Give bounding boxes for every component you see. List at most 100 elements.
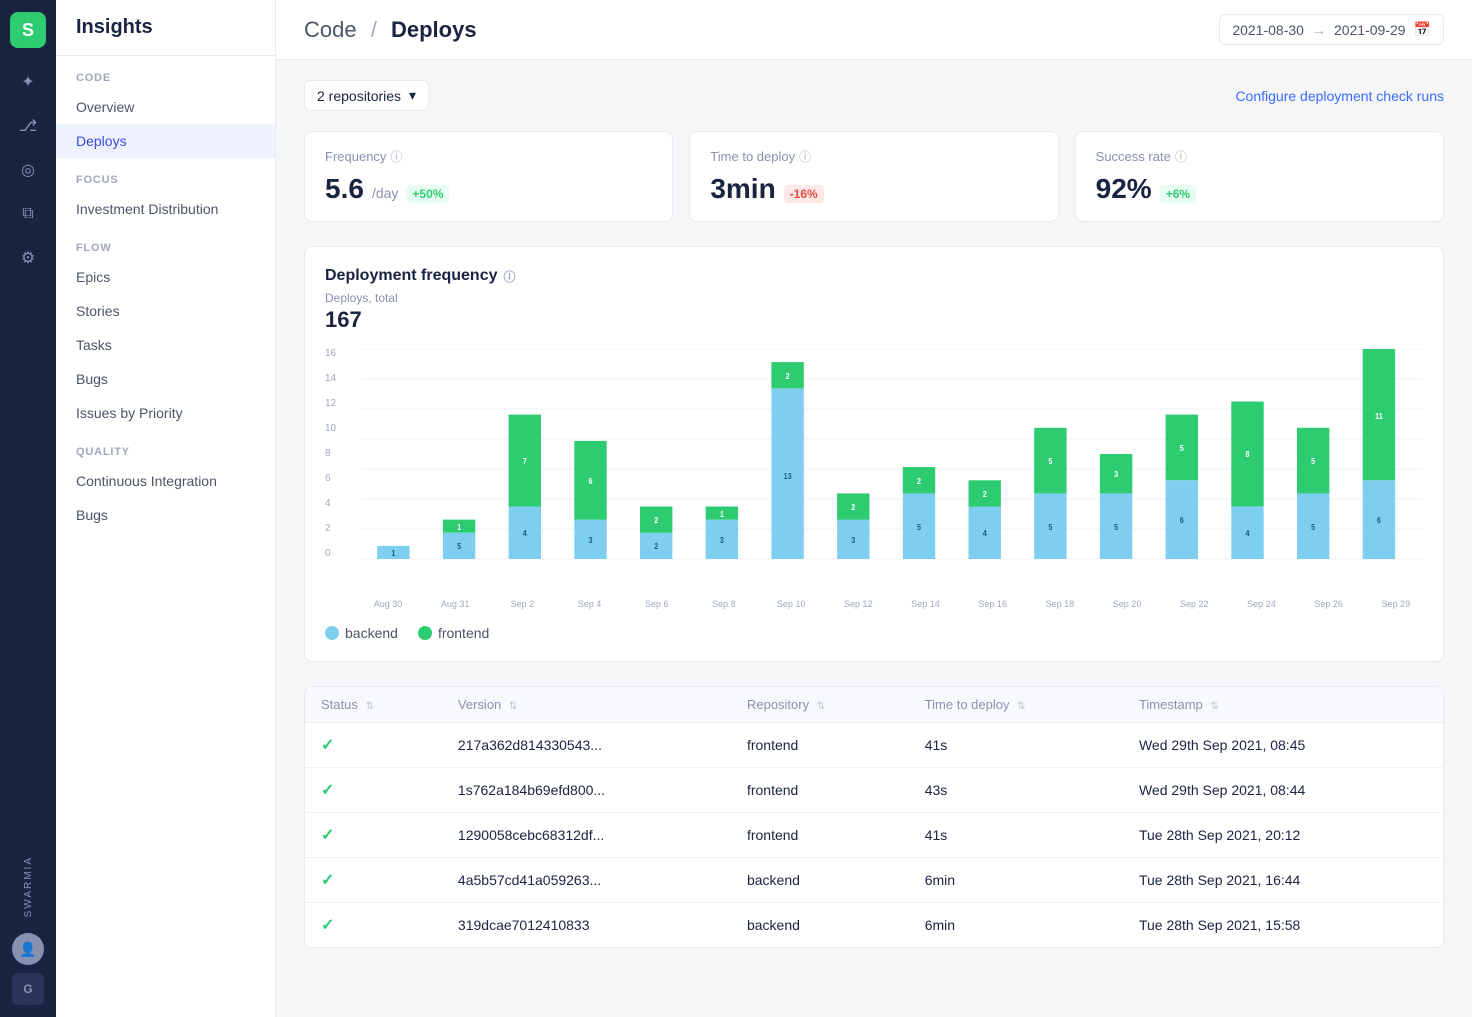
top-bar: Code / Deploys 2021-08-30 → 2021-09-29 📅 [276,0,1472,60]
svg-text:13: 13 [784,472,792,481]
sidebar-section-code: CODE [56,56,275,90]
user-avatar[interactable]: 👤 [12,933,44,965]
svg-text:6: 6 [1377,516,1381,525]
timestamp-cell: Tue 28th Sep 2021, 16:44 [1123,858,1443,903]
sidebar: Insights CODE Overview Deploys FOCUS Inv… [56,0,276,1017]
svg-text:2: 2 [917,477,921,486]
sidebar-item-overview[interactable]: Overview [56,90,275,124]
svg-text:6: 6 [1180,516,1184,525]
timestamp-cell: Tue 28th Sep 2021, 20:12 [1123,813,1443,858]
legend-label-frontend: frontend [438,625,489,641]
sidebar-item-quality-bugs[interactable]: Bugs [56,498,275,532]
repository-cell: backend [731,858,909,903]
timestamp-cell: Wed 29th Sep 2021, 08:45 [1123,723,1443,768]
metric-value-frequency: 5.6 /day +50% [325,173,652,205]
svg-text:8: 8 [1245,450,1249,459]
info-icon-timetodeploy: ⓘ [799,148,811,165]
configure-link[interactable]: Configure deployment check runs [1235,88,1444,104]
breadcrumb-current: Deploys [391,17,477,42]
metric-label-successrate: Success rate ⓘ [1096,148,1423,165]
status-icon: ✓ [321,782,334,799]
sidebar-item-tasks[interactable]: Tasks [56,328,275,362]
legend-backend: backend [325,625,398,641]
repository-cell: frontend [731,723,909,768]
sidebar-item-issues-by-priority[interactable]: Issues by Priority [56,396,275,430]
svg-text:2: 2 [983,490,987,499]
nav-icon-branch[interactable]: ⎇ [10,108,46,144]
metric-cards: Frequency ⓘ 5.6 /day +50% Time to deploy… [304,131,1444,222]
sidebar-item-bugs[interactable]: Bugs [56,362,275,396]
time-cell: 43s [909,768,1123,813]
col-header-version[interactable]: Version ⇅ [442,687,731,723]
nav-icon-layers[interactable]: ⧉ [10,196,46,232]
svg-text:3: 3 [720,536,724,545]
app-logo[interactable]: S [10,12,46,48]
repository-cell: backend [731,903,909,948]
sidebar-item-stories[interactable]: Stories [56,294,275,328]
version-cell: 319dcae7012410833 [442,903,731,948]
legend-label-backend: backend [345,625,398,641]
info-icon-frequency: ⓘ [390,148,402,165]
chart-legend: backend frontend [325,625,1423,641]
version-cell: 1290058cebc68312df... [442,813,731,858]
metric-label-timetodeploy: Time to deploy ⓘ [710,148,1037,165]
nav-icon-sparkle[interactable]: ✦ [10,64,46,100]
nav-icon-gear[interactable]: ⚙ [10,240,46,276]
swarmia-label: SWARMIA [23,856,34,917]
sidebar-item-deploys[interactable]: Deploys [56,124,275,158]
metric-value-successrate: 92% +6% [1096,173,1423,205]
repository-cell: frontend [731,768,909,813]
repo-selector[interactable]: 2 repositories ▾ [304,80,429,111]
main-content: Code / Deploys 2021-08-30 → 2021-09-29 📅… [276,0,1472,1017]
sidebar-item-investment-distribution[interactable]: Investment Distribution [56,192,275,226]
metric-card-time-to-deploy: Time to deploy ⓘ 3min -16% [689,131,1058,222]
icon-bar: S ✦ ⎇ ◎ ⧉ ⚙ SWARMIA 👤 G [0,0,56,1017]
badge-frequency: +50% [406,185,449,203]
svg-text:2: 2 [654,516,658,525]
chart-section: Deployment frequency ⓘ Deploys, total 16… [304,246,1444,662]
nav-icon-circle[interactable]: ◎ [10,152,46,188]
deploys-table: Status ⇅ Version ⇅ Repository ⇅ Time to … [304,686,1444,948]
breadcrumb: Code / Deploys [304,17,477,43]
col-header-repository[interactable]: Repository ⇅ [731,687,909,723]
info-icon-successrate: ⓘ [1175,148,1187,165]
status-icon: ✓ [321,917,334,934]
svg-text:3: 3 [1114,470,1118,479]
content-area: 2 repositories ▾ Configure deployment ch… [276,60,1472,1017]
badge-timetodeploy: -16% [784,185,824,203]
breadcrumb-parent[interactable]: Code [304,17,357,42]
sidebar-item-continuous-integration[interactable]: Continuous Integration [56,464,275,498]
time-cell: 6min [909,903,1123,948]
version-cell: 4a5b57cd41a059263... [442,858,731,903]
version-cell: 1s762a184b69efd800... [442,768,731,813]
chart-subtitle: Deploys, total [325,291,1423,305]
time-cell: 6min [909,858,1123,903]
badge-successrate: +6% [1160,185,1196,203]
breadcrumb-separator: / [371,17,377,42]
sidebar-section-quality: QUALITY [56,430,275,464]
chart-title: Deployment frequency ⓘ [325,267,1423,285]
time-cell: 41s [909,813,1123,858]
legend-frontend: frontend [418,625,489,641]
version-cell: 217a362d814330543... [442,723,731,768]
svg-text:11: 11 [1375,412,1383,421]
metric-card-frequency: Frequency ⓘ 5.6 /day +50% [304,131,673,222]
table-row: ✓ 1290058cebc68312df... frontend 41s Tue… [305,813,1443,858]
table-row: ✓ 319dcae7012410833 backend 6min Tue 28t… [305,903,1443,948]
g-button[interactable]: G [12,973,44,1005]
legend-dot-backend [325,626,339,640]
col-header-time-to-deploy[interactable]: Time to deploy ⇅ [909,687,1123,723]
col-header-timestamp[interactable]: Timestamp ⇅ [1123,687,1443,723]
table-row: ✓ 1s762a184b69efd800... frontend 43s Wed… [305,768,1443,813]
svg-text:7: 7 [523,457,527,466]
time-cell: 41s [909,723,1123,768]
svg-text:3: 3 [588,536,592,545]
sidebar-item-epics[interactable]: Epics [56,260,275,294]
sidebar-section-flow: FLOW [56,226,275,260]
sidebar-section-focus: FOCUS [56,158,275,192]
date-range-picker[interactable]: 2021-08-30 → 2021-09-29 📅 [1219,14,1444,45]
date-from: 2021-08-30 [1232,22,1304,38]
repo-selector-label: 2 repositories [317,88,401,104]
col-header-status[interactable]: Status ⇅ [305,687,442,723]
status-icon: ✓ [321,827,334,844]
